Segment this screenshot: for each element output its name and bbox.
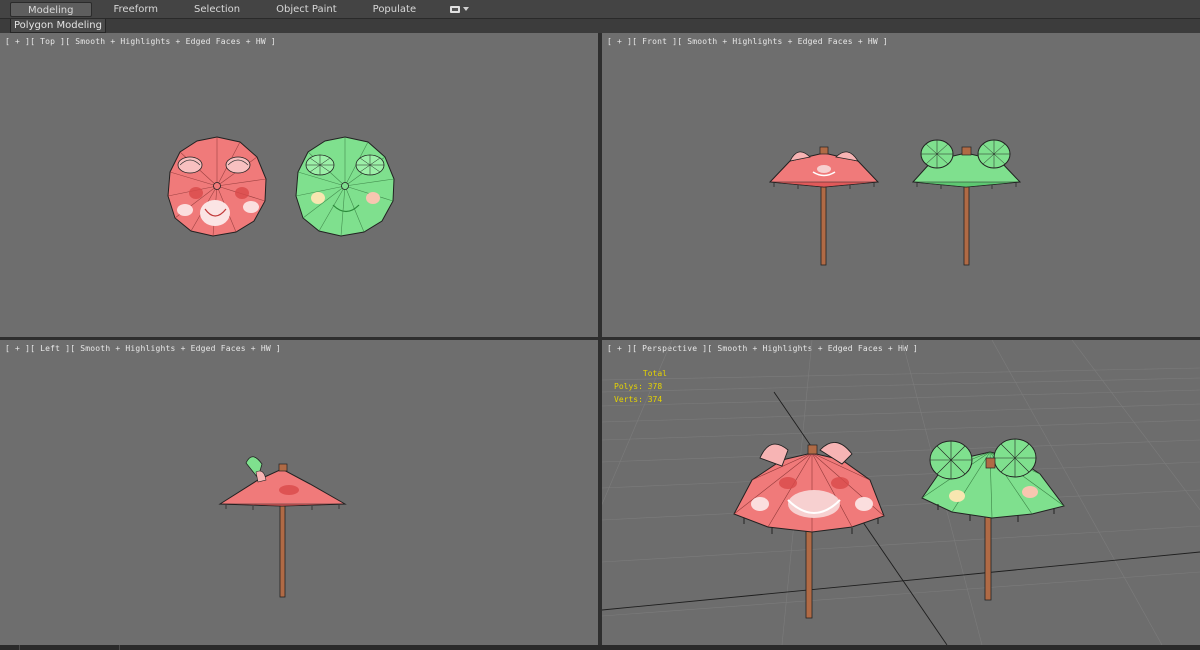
green-umbrella-perspective [921,438,1065,601]
ribbon-minimize-icon [450,5,461,13]
tab-object-paint[interactable]: Object Paint [262,2,351,17]
tab-modeling[interactable]: Modeling [10,1,92,17]
polygon-modeling-panel-button[interactable]: Polygon Modeling [10,19,106,33]
green-umbrella-front [911,139,1022,266]
viewport-area: [ + ][ Top ][ Smooth + Highlights + Edge… [0,33,1200,645]
chevron-down-icon [463,7,470,11]
tab-freeform[interactable]: Freeform [100,2,173,17]
viewport-perspective[interactable]: [ + ][ Perspective ][ Smooth + Highlight… [602,340,1200,645]
viewport-top[interactable]: [ + ][ Top ][ Smooth + Highlights + Edge… [0,33,598,337]
pink-umbrella-perspective [733,442,885,619]
home-grid [602,340,1200,645]
viewport-left[interactable]: [ + ][ Left ][ Smooth + Highlights + Edg… [0,340,598,645]
umbrella-side [218,456,347,598]
tab-selection[interactable]: Selection [180,2,254,17]
perspective-scene [602,340,1200,645]
top-view-scene [167,136,395,237]
tab-populate[interactable]: Populate [359,2,430,17]
front-view-scene [768,139,1022,266]
status-cell [20,645,120,650]
ribbon-tab-bar: Modeling Freeform Selection Object Paint… [0,0,1200,19]
ribbon-panel: Polygon Modeling [0,19,1200,33]
green-umbrella-top [295,136,395,237]
pink-umbrella-top [167,136,267,237]
pink-umbrella-front [768,146,880,266]
status-bar [0,645,1200,650]
status-cell [0,645,20,650]
left-view-scene [218,456,347,598]
ribbon-minimize-button[interactable] [450,5,470,13]
viewport-front[interactable]: [ + ][ Front ][ Smooth + Highlights + Ed… [602,33,1200,337]
